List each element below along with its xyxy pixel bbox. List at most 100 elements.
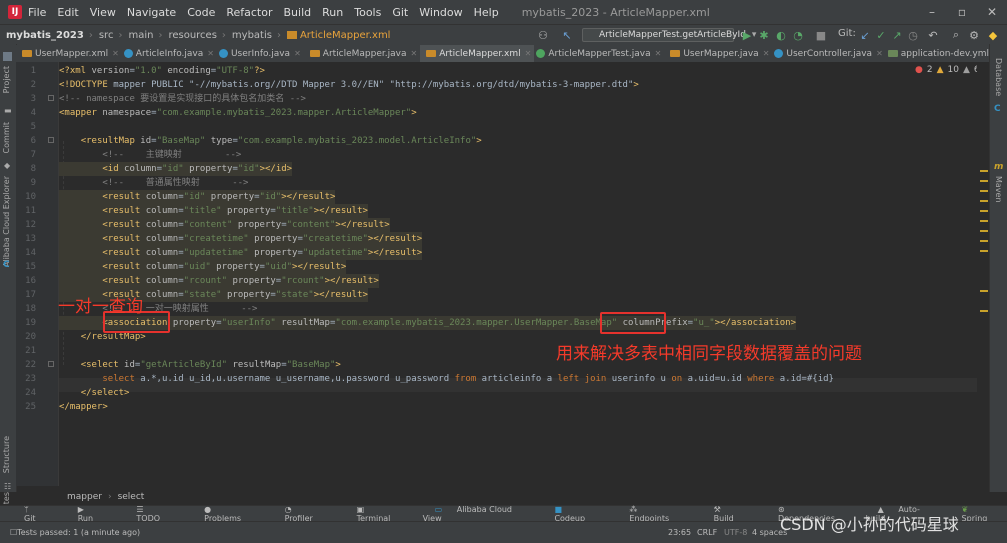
search-everywhere-icon[interactable]: ⌕ — [949, 28, 963, 42]
close-tab-icon[interactable]: ✕ — [411, 49, 418, 58]
error-stripe[interactable] — [977, 62, 989, 486]
code-line[interactable]: <result column="uid" property="uid"></re… — [59, 260, 347, 274]
fold-marker-icon[interactable] — [48, 95, 54, 101]
close-icon[interactable]: ✕ — [977, 0, 1007, 24]
tool-alibaba-explorer[interactable]: Alibaba Cloud Explorer — [2, 176, 11, 267]
warning-stripe-mark[interactable] — [980, 310, 988, 312]
code-line[interactable]: </select> — [59, 386, 130, 400]
tool-commit[interactable]: Commit — [2, 122, 11, 153]
tab-application-dev-yml[interactable]: application-dev.yml✕ — [886, 45, 1003, 62]
tab-articlemappertest-java[interactable]: ArticleMapperTest.java ✕ — [534, 45, 664, 62]
close-tab-icon[interactable]: ✕ — [207, 49, 214, 58]
menu-navigate[interactable]: Navigate — [127, 6, 176, 19]
code-line[interactable]: <?xml version="1.0" encoding="UTF-8"?> — [59, 64, 265, 78]
menu-refactor[interactable]: Refactor — [226, 6, 272, 19]
alibaba-cloud-icon[interactable]: C — [994, 104, 1001, 114]
code-line[interactable]: <id column="id" property="id"></id> — [59, 162, 293, 176]
breadcrumb-mapper[interactable]: mapper — [67, 492, 102, 502]
code-line[interactable]: <!-- 普通属性映射 --> — [59, 176, 248, 190]
stop-icon[interactable]: ■ — [814, 28, 828, 42]
tab-usermapper-xml[interactable]: UserMapper.xml ✕ — [16, 45, 122, 62]
code-line[interactable]: <result column="id" property="id"></resu… — [59, 190, 336, 204]
menu-help[interactable]: Help — [474, 6, 499, 19]
menu-file[interactable]: File — [28, 6, 46, 19]
run-configuration-select[interactable]: ArticleMapperTest.getArticleById ▾ — [582, 28, 756, 42]
tab-userinfo-java[interactable]: UserInfo.java ✕ — [217, 45, 304, 62]
git-update-icon[interactable]: ↙ — [858, 28, 872, 42]
code-line[interactable]: <result column="content" property="conte… — [59, 218, 390, 232]
inspection-widget[interactable]: ●2 ▲10 ▲6 ✓6 ⌃ ⌄ — [915, 65, 977, 75]
structure-icon[interactable]: ☷ — [4, 482, 11, 491]
menu-code[interactable]: Code — [187, 6, 215, 19]
breadcrumb-select[interactable]: select — [118, 492, 145, 502]
history-icon[interactable]: ◷ — [906, 28, 920, 42]
warning-stripe-mark[interactable] — [980, 290, 988, 292]
menu-build[interactable]: Build — [284, 6, 312, 19]
project-icon[interactable] — [3, 52, 12, 61]
close-tab-icon[interactable]: ✕ — [294, 49, 301, 58]
tab-articlemapper-java[interactable]: ArticleMapper.java ✕ — [304, 45, 420, 62]
coverage-icon[interactable]: ◐ — [774, 28, 788, 42]
code-line[interactable]: <!DOCTYPE mapper PUBLIC "-//mybatis.org/… — [59, 78, 639, 92]
warning-stripe-mark[interactable] — [980, 250, 988, 252]
menu-edit[interactable]: Edit — [57, 6, 78, 19]
warning-stripe-mark[interactable] — [980, 230, 988, 232]
code-editor[interactable]: ●2 ▲10 ▲6 ✓6 ⌃ ⌄ <?xml version="1.0" enc… — [59, 62, 977, 486]
warning-stripe-mark[interactable] — [980, 170, 988, 172]
breadcrumb-main[interactable]: main — [128, 30, 153, 41]
tab-articleinfo-java[interactable]: ArticleInfo.java ✕ — [122, 45, 217, 62]
minimize-icon[interactable]: – — [917, 0, 947, 24]
fold-marker-icon[interactable] — [48, 361, 54, 367]
breadcrumb-src[interactable]: src — [99, 30, 114, 41]
code-line[interactable]: <result column="title" property="title">… — [59, 204, 368, 218]
close-tab-icon[interactable]: ✕ — [763, 49, 770, 58]
commit-icon[interactable]: ◆ — [4, 161, 10, 170]
close-tab-icon[interactable]: ✕ — [112, 49, 119, 58]
tab-articlemapper-xml[interactable]: ArticleMapper.xml ✕ — [420, 45, 535, 62]
maven-icon[interactable]: m — [994, 162, 1003, 172]
warning-stripe-mark[interactable] — [980, 220, 988, 222]
tool-project[interactable]: Project — [2, 66, 11, 93]
breadcrumb-project[interactable]: mybatis_2023 — [6, 30, 84, 41]
code-line[interactable]: <!-- 主键映射 --> — [59, 148, 241, 162]
code-line[interactable]: <select id="getArticleById" resultMap="B… — [59, 358, 341, 372]
code-line[interactable]: <!-- namespace 要设置是实现接口的具体包名加类名 --> — [59, 92, 306, 106]
alibaba-cloud-icon[interactable]: C — [3, 260, 10, 270]
profile-icon[interactable]: ◔ — [791, 28, 805, 42]
code-line[interactable]: <result column="updatetime" property="up… — [59, 246, 423, 260]
run-icon[interactable]: ▶ — [740, 28, 754, 42]
menu-view[interactable]: View — [90, 6, 116, 19]
debug-icon[interactable]: ✱ — [757, 28, 771, 42]
close-tab-icon[interactable]: ✕ — [525, 49, 532, 58]
account-icon[interactable]: ⚇ — [536, 28, 550, 42]
warning-stripe-mark[interactable] — [980, 210, 988, 212]
tool-database[interactable]: Database — [994, 58, 1003, 96]
back-arrow-icon[interactable]: ↖ — [560, 28, 574, 42]
breadcrumb-mybatis[interactable]: mybatis — [232, 30, 272, 41]
code-line[interactable]: <result column="createtime" property="cr… — [59, 232, 423, 246]
code-line[interactable]: <resultMap id="BaseMap" type="com.exampl… — [59, 134, 482, 148]
plugin-icon[interactable]: ◆ — [986, 28, 1000, 42]
menu-git[interactable]: Git — [392, 6, 408, 19]
folder-icon[interactable]: ▬ — [4, 106, 12, 115]
code-line[interactable]: select a.*,u.id u_id,u.username u_userna… — [59, 372, 834, 386]
tool-structure[interactable]: Structure — [2, 436, 11, 473]
warning-stripe-mark[interactable] — [980, 190, 988, 192]
breadcrumb-resources[interactable]: resources — [168, 30, 216, 41]
warning-stripe-mark[interactable] — [980, 180, 988, 182]
warning-stripe-mark[interactable] — [980, 240, 988, 242]
rollback-icon[interactable]: ↶ — [926, 28, 940, 42]
tab-usercontroller-java[interactable]: UserController.java ✕ — [772, 45, 885, 62]
settings-gear-icon[interactable]: ⚙ — [967, 28, 981, 42]
file-encoding[interactable]: UTF-8 — [724, 528, 747, 537]
close-tab-icon[interactable]: ✕ — [655, 49, 662, 58]
menu-run[interactable]: Run — [322, 6, 343, 19]
warning-stripe-mark[interactable] — [980, 200, 988, 202]
git-commit-icon[interactable]: ✓ — [874, 28, 888, 42]
caret-position[interactable]: 23:65 — [668, 528, 691, 537]
breadcrumb-file[interactable]: ArticleMapper.xml — [300, 30, 391, 41]
line-separator[interactable]: CRLF — [697, 528, 717, 537]
git-push-icon[interactable]: ↗ — [890, 28, 904, 42]
fold-marker-icon[interactable] — [48, 137, 54, 143]
code-line[interactable]: <mapper namespace="com.example.mybatis_2… — [59, 106, 417, 120]
